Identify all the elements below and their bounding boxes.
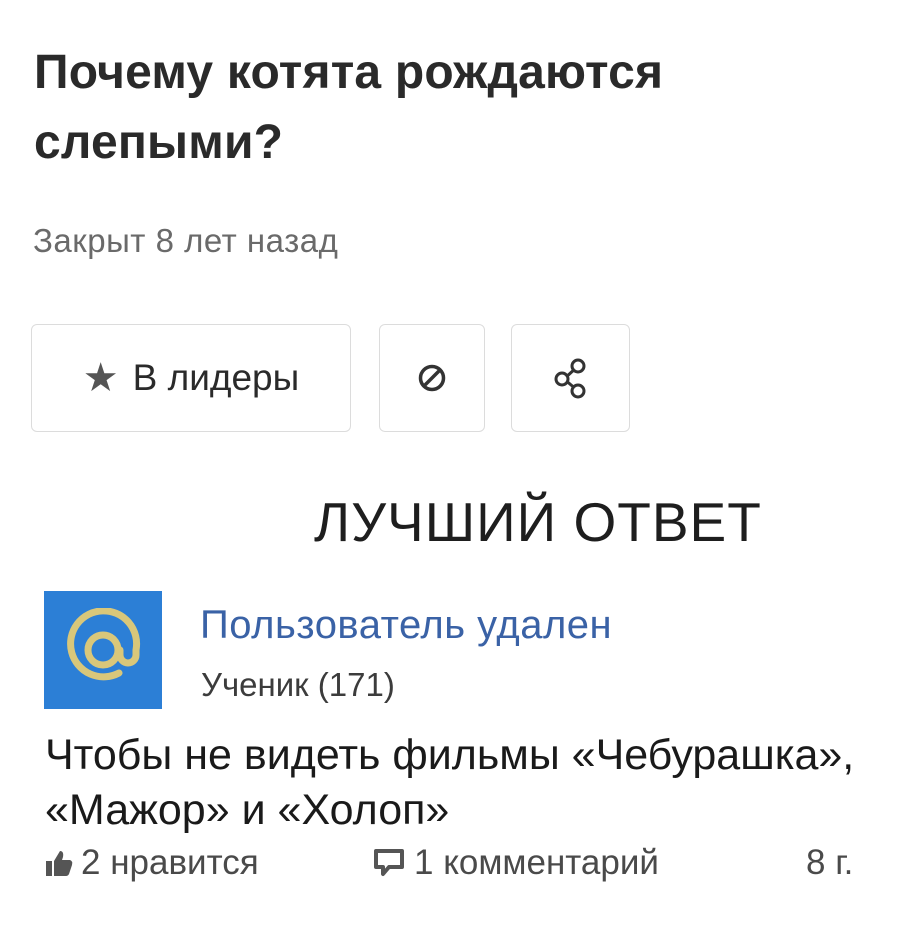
author-rank: Ученик (171) <box>201 666 395 703</box>
answer-text: Чтобы не видеть фильмы «Чебурашка», «Маж… <box>45 731 855 834</box>
block-icon <box>417 363 447 393</box>
avatar[interactable] <box>44 591 162 709</box>
likes-count: 2 нравится <box>81 843 259 882</box>
comments-count: 1 комментарий <box>414 843 659 882</box>
thumbs-up-icon <box>45 848 73 878</box>
block-button[interactable] <box>379 324 485 432</box>
comment-icon <box>372 848 406 878</box>
share-icon <box>553 357 589 399</box>
answer-time: 8 г. <box>806 843 854 882</box>
likes-control[interactable]: 2 нравится <box>45 843 259 883</box>
question-title: Почему котята рождаются слепыми? <box>34 46 664 169</box>
comments-control[interactable]: 1 комментарий <box>372 843 659 883</box>
to-leaders-label: В лидеры <box>132 357 300 398</box>
to-leaders-button[interactable]: ★ В лидеры <box>31 324 351 432</box>
author-name-link[interactable]: Пользователь удален <box>200 603 612 648</box>
share-button[interactable] <box>511 324 630 432</box>
star-icon: ★ <box>82 356 119 400</box>
question-status: Закрыт 8 лет назад <box>33 222 339 259</box>
at-sign-icon <box>61 608 145 692</box>
best-answer-heading: ЛУЧШИЙ ОТВЕТ <box>314 491 762 553</box>
